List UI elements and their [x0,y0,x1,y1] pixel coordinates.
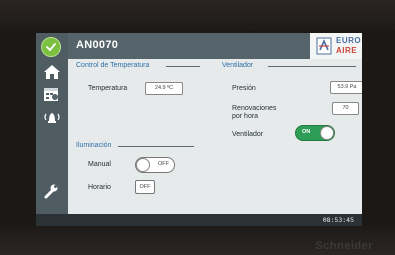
home-button[interactable] [43,64,61,82]
brand-logo: EURO AIRE [310,33,362,59]
renewals-label-line2: por hora [232,113,259,120]
clock: 08:53:45 [322,216,354,224]
status-indicator[interactable] [41,37,61,57]
home-icon [44,65,60,79]
alarm-icon [44,113,60,123]
bezel-brand-text: Schneider [315,240,373,252]
fan-toggle-state: ON [302,129,311,135]
pressure-value: 53.9 Pa [330,81,362,94]
fan-label: Ventilador [232,131,264,138]
settings-button[interactable] [43,183,61,201]
lighting-section-divider [118,146,194,147]
fan-toggle-knob [320,126,334,140]
manual-toggle-knob [136,158,150,172]
hmi-screen: AN0070 EURO AIRE Control de Temperatura … [36,33,362,226]
schedule-label: Horario [88,184,111,191]
alarms-button[interactable] [43,109,61,127]
temperature-value: 24.9 ºC [145,82,183,95]
page-title: AN0070 [76,39,119,51]
temperature-label: Temperatura [88,85,128,92]
main-panel: Control de Temperatura Temperatura 24.9 … [68,59,362,226]
schedule-button-state[interactable]: OFF [135,180,155,194]
manual-toggle[interactable]: OFF [135,157,175,173]
renewals-label-line1: Renovaciones [232,105,277,112]
euroaire-logo-icon [316,37,332,55]
brand-text-aire: AIRE [336,46,358,55]
renewals-value: 70 [332,102,359,115]
status-bar: 08:53:45 [36,214,362,226]
wrench-icon [44,184,58,199]
schedule-button[interactable] [43,86,61,104]
manual-label: Manual [88,161,111,168]
schedule-icon [44,88,58,101]
ventilation-section-divider [268,66,356,67]
device-bezel-top [0,0,395,30]
fan-toggle[interactable]: ON [295,125,335,141]
pressure-label: Presión [232,85,256,92]
manual-toggle-state: OFF [158,161,169,167]
temperature-section-title: Control de Temperatura [76,62,150,69]
brand-text-euro: EURO [336,36,362,45]
ventilation-section-title: Ventilador [222,62,254,69]
sidebar [36,33,68,226]
header-bar: AN0070 EURO AIRE [68,33,362,59]
lighting-section-title: Iluminación [76,142,112,149]
temperature-section-divider [166,66,200,67]
check-icon [46,43,56,52]
